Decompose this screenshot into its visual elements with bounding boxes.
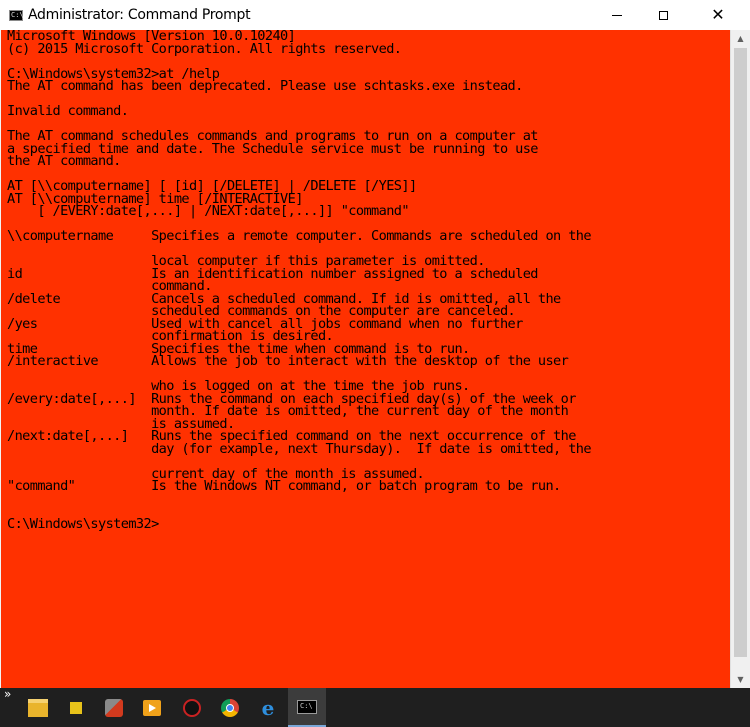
command-prompt-icon: C:\ bbox=[297, 699, 317, 714]
window-title: Administrator: Command Prompt bbox=[28, 7, 251, 23]
console-line: Invalid command. bbox=[7, 103, 129, 119]
maximize-button[interactable] bbox=[640, 0, 686, 30]
vertical-scrollbar[interactable]: ▲ ▼ bbox=[730, 30, 750, 688]
file-explorer-icon bbox=[28, 698, 48, 717]
taskbar-item-puzzle-app[interactable] bbox=[57, 688, 95, 727]
console-line: \\computername Specifies a remote comput… bbox=[7, 228, 592, 244]
console-line: the AT command. bbox=[7, 153, 121, 169]
console-output[interactable]: Microsoft Windows [Version 10.0.10240] (… bbox=[1, 30, 730, 688]
taskbar-item-record-app[interactable] bbox=[173, 688, 211, 727]
taskbar-overflow-icon[interactable]: » bbox=[4, 688, 11, 700]
console-line: [ /EVERY:date[,...] | /NEXT:date[,...]] … bbox=[7, 203, 409, 219]
console-line: (c) 2015 Microsoft Corporation. All righ… bbox=[7, 40, 402, 57]
internet-explorer-icon: e bbox=[261, 695, 275, 720]
taskbar-item-file-explorer[interactable] bbox=[19, 688, 57, 727]
minimize-icon bbox=[612, 14, 622, 16]
close-button[interactable]: ✕ bbox=[686, 0, 750, 30]
console-line: The AT command has been deprecated. Plea… bbox=[7, 78, 523, 94]
close-icon: ✕ bbox=[711, 5, 725, 24]
console-text: Microsoft Windows [Version 10.0.10240] (… bbox=[1, 30, 730, 530]
console-line: /interactive Allows the job to interact … bbox=[7, 353, 569, 369]
console-line: day (for example, next Thursday). If dat… bbox=[7, 440, 591, 457]
scroll-down-icon[interactable]: ▼ bbox=[731, 671, 750, 688]
taskbar: » e C:\ bbox=[0, 688, 750, 727]
console-line: C:\Windows\system32> bbox=[7, 515, 159, 532]
command-prompt-window: C:\ Administrator: Command Prompt ✕ Micr… bbox=[0, 0, 750, 688]
title-bar[interactable]: C:\ Administrator: Command Prompt ✕ bbox=[0, 0, 750, 30]
console-line: "command" Is the Windows NT command, or … bbox=[7, 478, 561, 494]
scroll-up-icon[interactable]: ▲ bbox=[731, 30, 750, 47]
minimize-button[interactable] bbox=[594, 0, 640, 30]
scrollbar-thumb[interactable] bbox=[734, 48, 747, 657]
taskbar-item-command-prompt[interactable]: C:\ bbox=[288, 688, 326, 727]
puzzle-app-icon bbox=[67, 698, 85, 717]
media-player-icon bbox=[143, 699, 161, 716]
taskbar-item-media-player[interactable] bbox=[133, 688, 171, 727]
maximize-icon bbox=[658, 10, 668, 20]
cmd-icon[interactable]: C:\ bbox=[9, 10, 24, 21]
taskbar-item-internet-explorer[interactable]: e bbox=[249, 688, 287, 727]
tools-app-icon bbox=[105, 698, 123, 717]
taskbar-item-chrome[interactable] bbox=[211, 688, 249, 727]
record-app-icon bbox=[183, 698, 201, 717]
taskbar-item-tools-app[interactable] bbox=[95, 688, 133, 727]
chrome-icon bbox=[221, 698, 239, 717]
